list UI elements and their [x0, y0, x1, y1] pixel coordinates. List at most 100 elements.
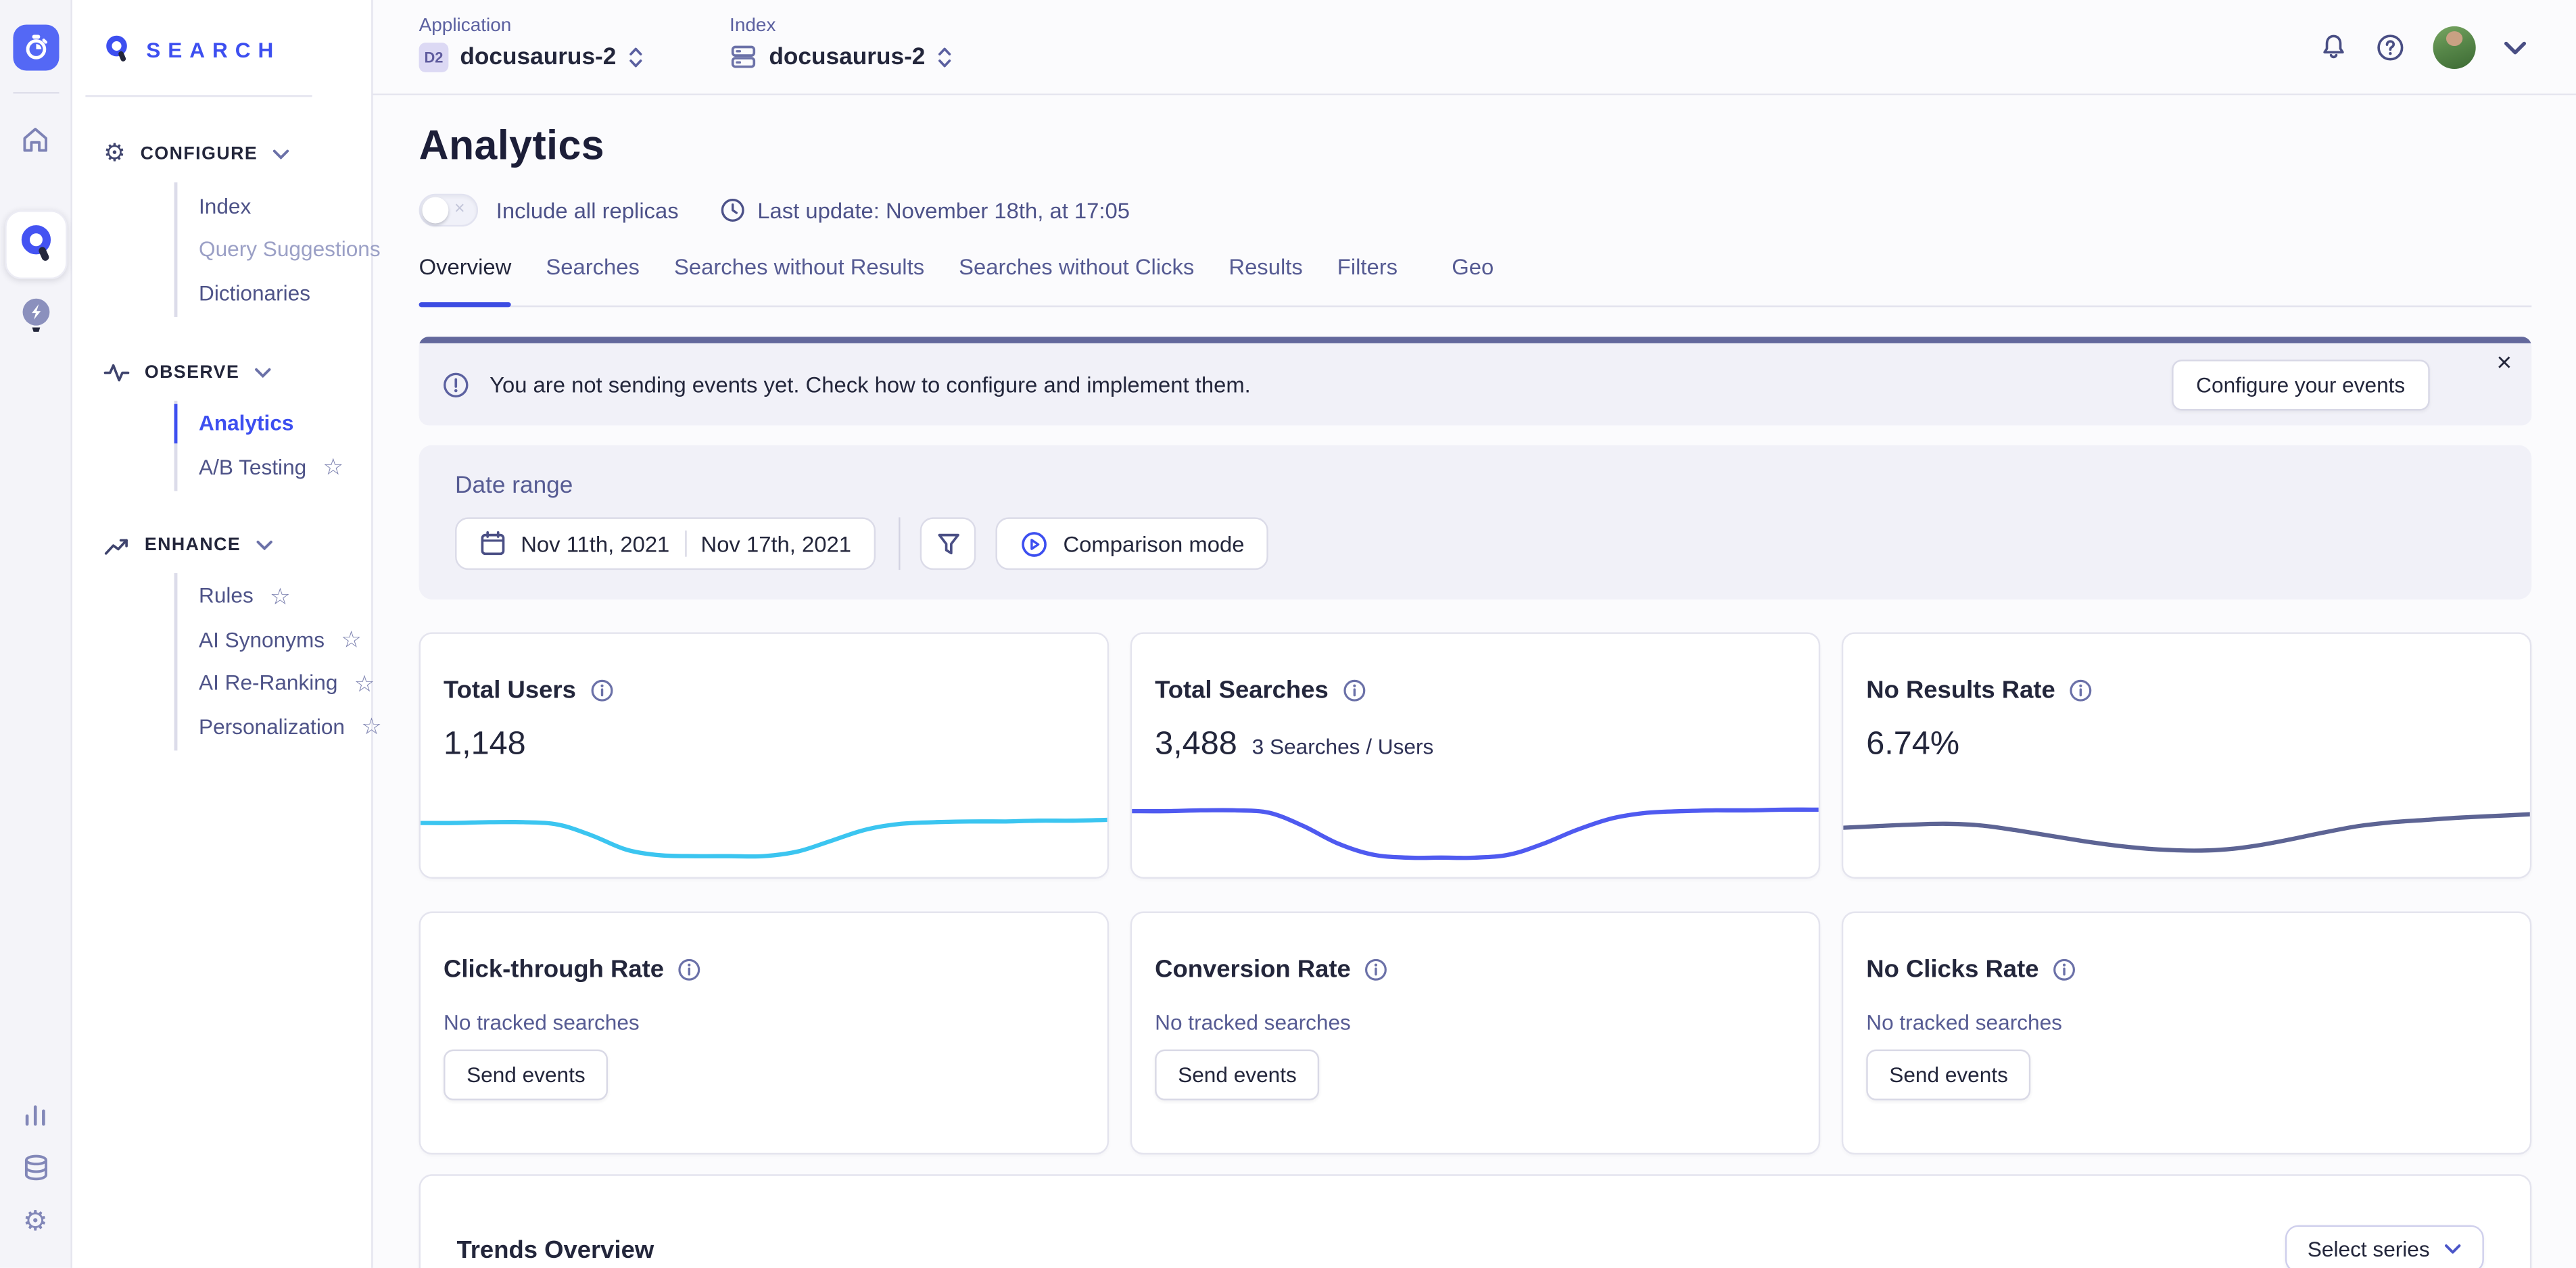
sidebar-item-label: AI Synonyms: [199, 627, 325, 652]
sidebar-item-rules[interactable]: Rules ☆: [177, 574, 371, 617]
metric-value: 1,148: [444, 726, 526, 764]
section-header-observe[interactable]: OBSERVE: [72, 360, 371, 383]
trends-title: Trends Overview: [456, 1237, 2483, 1265]
product-switcher-button[interactable]: [12, 24, 58, 70]
comparison-mode-button[interactable]: Comparison mode: [996, 517, 1269, 570]
chevron-down-icon: [256, 540, 272, 550]
application-badge: D2: [419, 43, 449, 72]
info-icon[interactable]: [589, 679, 613, 703]
comparison-mode-label: Comparison mode: [1063, 531, 1244, 556]
play-circle-icon: [1020, 530, 1048, 558]
tab-results[interactable]: Results: [1229, 255, 1302, 291]
last-update: Last update: November 18th, at 17:05: [719, 197, 1130, 224]
recommend-bulb-icon[interactable]: [18, 295, 53, 335]
card-title: Conversion Rate: [1155, 956, 1351, 983]
sidebar-item-label: Personalization: [199, 714, 345, 738]
controls-divider: [899, 517, 900, 570]
close-icon[interactable]: ×: [2496, 351, 2512, 378]
sidebar-item-label: Analytics: [199, 411, 293, 435]
card-title: No Clicks Rate: [1866, 956, 2038, 983]
rail-divider: [12, 92, 58, 93]
filter-button[interactable]: [920, 517, 976, 570]
no-results-rate-card: No Results Rate 6.74%: [1842, 632, 2532, 878]
empty-state-text: No tracked searches: [1866, 1010, 2504, 1034]
bar-chart-icon[interactable]: [22, 1100, 49, 1128]
star-icon[interactable]: ☆: [341, 628, 362, 651]
sidebar-item-ab-testing[interactable]: A/B Testing ☆: [177, 445, 371, 488]
app-root: ⚙ SEARCH ⚙ CONFIGURE: [0, 0, 2576, 1268]
calendar-icon: [480, 531, 506, 557]
star-icon[interactable]: ☆: [270, 584, 291, 607]
topbar-right-group: [2320, 0, 2527, 95]
send-events-button[interactable]: Send events: [1155, 1050, 1320, 1100]
total-users-sparkline: [421, 788, 1107, 870]
select-caret-icon: [627, 46, 644, 69]
send-events-button[interactable]: Send events: [1866, 1050, 2031, 1100]
trends-overview-card: Trends Overview Select series: [419, 1174, 2532, 1268]
star-icon[interactable]: ☆: [354, 671, 375, 694]
sidebar-item-analytics[interactable]: Analytics: [177, 401, 371, 445]
info-icon[interactable]: [2068, 679, 2093, 703]
info-icon[interactable]: [1341, 679, 1366, 703]
tab-overview[interactable]: Overview: [419, 255, 512, 291]
tab-searches-without-results[interactable]: Searches without Results: [674, 255, 924, 291]
metric-value: 3,488: [1155, 726, 1237, 764]
main-area: Application D2 docusaurus-2 Index: [373, 0, 2576, 1268]
sidebar-item-dictionaries[interactable]: Dictionaries: [177, 271, 371, 314]
section-label: OBSERVE: [145, 362, 239, 382]
section-header-enhance[interactable]: ENHANCE: [72, 535, 371, 556]
tab-searches[interactable]: Searches: [546, 255, 640, 291]
index-value: docusaurus-2: [769, 43, 925, 70]
bell-icon[interactable]: [2320, 33, 2347, 63]
home-icon[interactable]: [20, 125, 51, 155]
stopwatch-icon: [20, 33, 50, 63]
chevron-down-icon: [2445, 1243, 2461, 1254]
gear-icon[interactable]: ⚙: [23, 1207, 48, 1235]
index-label: Index: [730, 16, 953, 36]
account-chevron-down-icon[interactable]: [2504, 41, 2527, 55]
sidebar-item-label: Rules: [199, 583, 254, 608]
sidebar-item-personalization[interactable]: Personalization ☆: [177, 704, 371, 748]
gear-icon: ⚙: [103, 141, 126, 166]
tab-filters[interactable]: Filters: [1337, 255, 1398, 291]
tab-searches-without-clicks[interactable]: Searches without Clicks: [959, 255, 1194, 291]
star-icon[interactable]: ☆: [323, 456, 344, 479]
section-label: CONFIGURE: [141, 144, 258, 164]
rail-bottom-group: ⚙: [20, 1100, 50, 1235]
click-through-rate-card: Click-through Rate No tracked searches S…: [419, 912, 1110, 1155]
card-title: Total Users: [444, 677, 576, 704]
sidebar-item-index[interactable]: Index: [177, 184, 371, 227]
configure-events-button[interactable]: Configure your events: [2172, 359, 2430, 410]
date-range-button[interactable]: Nov 11th, 2021 Nov 17th, 2021: [455, 517, 876, 570]
sidebar-item-query-suggestions[interactable]: Query Suggestions: [177, 228, 371, 271]
product-rail: ⚙: [0, 0, 72, 1268]
conversion-rate-card: Conversion Rate No tracked searches Send…: [1130, 912, 1821, 1155]
sidebar-item-ai-re-ranking[interactable]: AI Re-Ranking ☆: [177, 661, 371, 704]
sidebar-item-label: AI Re-Ranking: [199, 670, 337, 695]
sidebar-item-ai-synonyms[interactable]: AI Synonyms ☆: [177, 618, 371, 661]
send-events-button[interactable]: Send events: [444, 1050, 609, 1100]
include-replicas-toggle[interactable]: ×: [419, 194, 478, 227]
select-caret-icon: [936, 45, 953, 68]
avatar[interactable]: [2433, 26, 2476, 69]
search-logo[interactable]: SEARCH: [72, 0, 371, 66]
application-value: docusaurus-2: [460, 45, 616, 71]
metrics-row-1: Total Users 1,148 Total Searche: [419, 632, 2532, 878]
info-icon[interactable]: [1364, 958, 1388, 982]
info-icon[interactable]: [2052, 958, 2076, 982]
index-selector[interactable]: Index docusaurus-2: [730, 16, 953, 70]
include-replicas-label: Include all replicas: [496, 198, 679, 222]
tab-geo[interactable]: Geo: [1452, 255, 1494, 291]
section-header-configure[interactable]: ⚙ CONFIGURE: [72, 141, 371, 166]
sidebar-divider: [85, 95, 312, 97]
database-icon[interactable]: [20, 1153, 50, 1183]
application-selector[interactable]: Application D2 docusaurus-2: [419, 16, 644, 72]
info-icon[interactable]: [677, 958, 702, 982]
no-clicks-rate-card: No Clicks Rate No tracked searches Send …: [1842, 912, 2532, 1155]
help-icon[interactable]: [2375, 33, 2405, 63]
select-series-button[interactable]: Select series: [2285, 1225, 2484, 1268]
tabs: Overview Searches Searches without Resul…: [419, 255, 2532, 291]
search-product-active[interactable]: [4, 210, 66, 279]
last-update-text: Last update: November 18th, at 17:05: [757, 198, 1130, 222]
date-range-panel: Date range Nov 11th, 2021 Nov 17th, 2021: [419, 445, 2532, 599]
